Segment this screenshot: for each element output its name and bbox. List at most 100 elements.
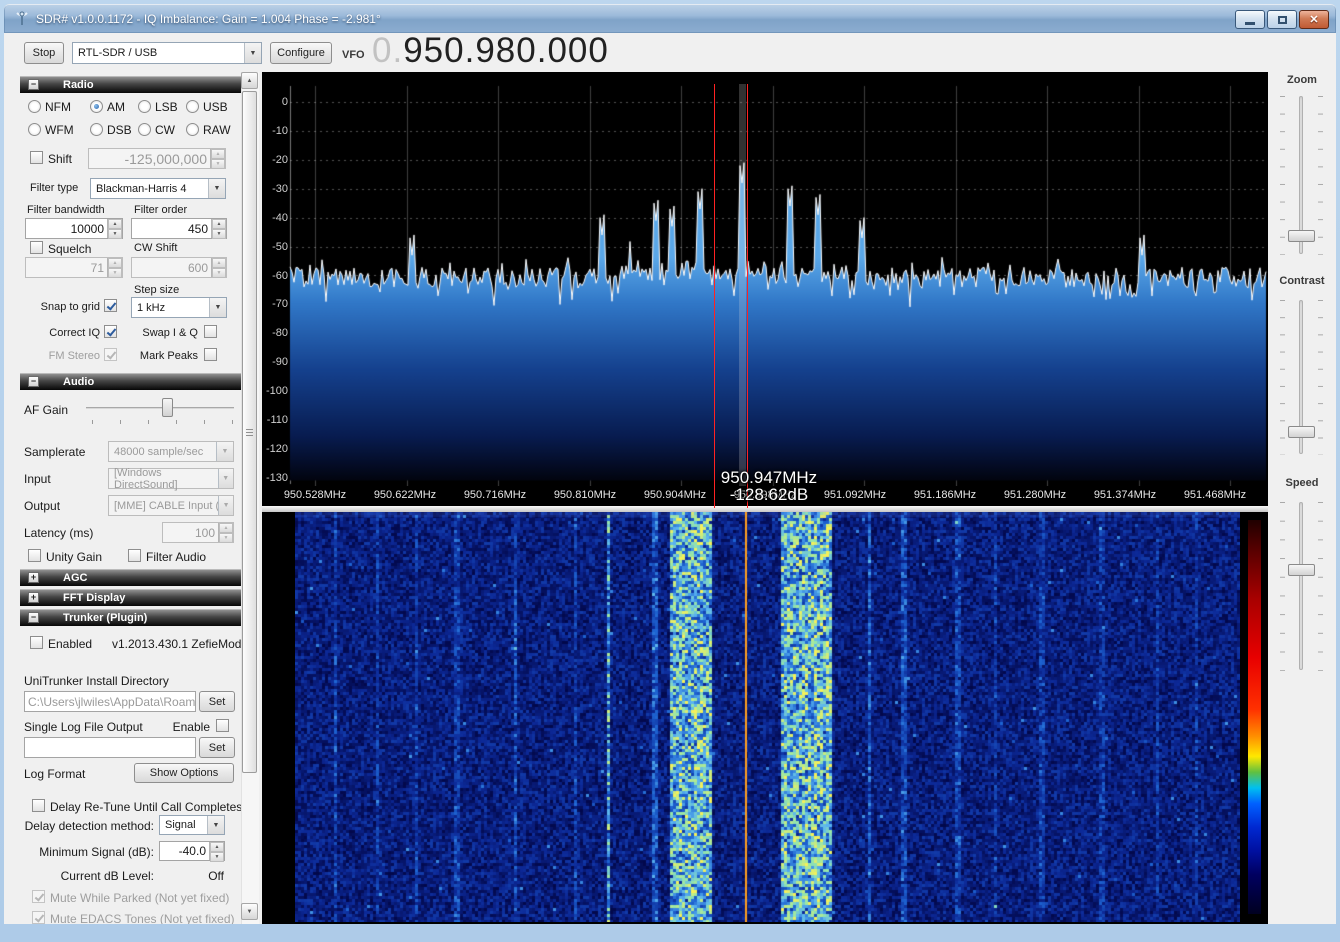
install-dir-set-button[interactable]: Set <box>199 691 235 712</box>
speed-slider[interactable] <box>1288 564 1315 576</box>
frequency-axis-label: 951.468MHz <box>1183 489 1247 501</box>
agc-panel-header[interactable]: + AGC <box>20 569 242 586</box>
scroll-down-button[interactable]: ▼ <box>241 903 258 920</box>
mode-option[interactable]: CW <box>138 122 186 137</box>
vfo-label: VFO <box>342 49 365 61</box>
speed-ticks <box>1280 502 1285 671</box>
collapse-icon[interactable]: − <box>28 79 39 90</box>
chevron-down-icon: ▼ <box>218 496 233 515</box>
y-axis-tick: -110 <box>266 414 288 427</box>
minimize-button[interactable] <box>1235 10 1265 29</box>
single-log-enable-checkbox[interactable] <box>216 719 229 732</box>
waterfall-display[interactable] <box>295 512 1240 922</box>
tuned-frequency-cursor[interactable] <box>747 84 748 508</box>
expand-icon[interactable]: + <box>28 592 39 603</box>
tooltip-level: -128.62dB <box>729 485 809 504</box>
title-bar[interactable]: SDR# v1.0.0.1172 - IQ Imbalance: Gain = … <box>4 4 1336 33</box>
af-gain-slider[interactable] <box>162 398 173 417</box>
radio-icon[interactable] <box>90 123 103 136</box>
app-window: SDR# v1.0.0.1172 - IQ Imbalance: Gain = … <box>0 0 1340 942</box>
install-dir-field[interactable]: C:\Users\jlwiles\AppData\Roamin <box>24 691 196 712</box>
audio-output-dropdown: [MME] CABLE Input (VB▼ <box>108 495 234 516</box>
mode-option[interactable]: DSB <box>90 122 138 137</box>
collapse-icon[interactable]: − <box>28 376 39 387</box>
y-axis-tick: -130 <box>265 471 288 484</box>
squelch-checkbox[interactable] <box>30 241 43 254</box>
filter-audio-checkbox[interactable] <box>128 549 141 562</box>
speed-ticks <box>1318 502 1323 671</box>
swap-iq-checkbox[interactable] <box>204 325 217 338</box>
zoom-slider[interactable] <box>1288 230 1315 242</box>
scrollbar-thumb[interactable] <box>242 91 257 773</box>
maximize-button[interactable] <box>1267 10 1297 29</box>
fm-stereo-checkbox <box>104 348 117 361</box>
y-axis-tick: -100 <box>265 385 288 398</box>
mode-option[interactable]: NFM <box>28 99 90 114</box>
spectrum-display[interactable] <box>262 72 1268 486</box>
radio-icon[interactable] <box>28 123 41 136</box>
delay-method-dropdown[interactable]: Signal ▼ <box>159 815 225 835</box>
collapse-icon[interactable]: − <box>28 612 39 623</box>
frequency-digits: 950.980.000 <box>403 31 609 70</box>
mode-option[interactable]: USB <box>186 99 233 114</box>
fft-panel-header[interactable]: + FFT Display <box>20 589 242 606</box>
shift-value-field[interactable]: -125,000,000 ▲ ▼ <box>88 148 226 169</box>
stop-button[interactable]: Stop <box>24 42 64 64</box>
single-log-set-button[interactable]: Set <box>199 737 235 758</box>
unity-gain-checkbox[interactable] <box>28 549 41 562</box>
tuning-band[interactable] <box>739 84 746 486</box>
mode-option[interactable]: WFM <box>28 122 90 137</box>
speed-slider-track[interactable] <box>1299 502 1303 670</box>
source-device-dropdown[interactable]: RTL-SDR / USB ▼ <box>72 42 262 64</box>
window-title: SDR# v1.0.0.1172 - IQ Imbalance: Gain = … <box>36 12 381 26</box>
radio-icon[interactable] <box>186 100 199 113</box>
single-log-file-field[interactable] <box>24 737 196 758</box>
mode-option[interactable]: LSB <box>138 99 186 114</box>
channel-edge-cursor[interactable] <box>714 84 715 508</box>
y-axis-tick: -70 <box>272 298 288 311</box>
filter-order-field[interactable]: 450 ▲ ▼ <box>131 218 227 239</box>
radio-icon[interactable] <box>138 100 151 113</box>
cw-shift-field[interactable]: 600 ▲ ▼ <box>131 257 227 278</box>
correct-iq-checkbox[interactable] <box>104 325 117 338</box>
spinner[interactable]: ▲ ▼ <box>210 149 225 169</box>
radio-icon[interactable] <box>28 100 41 113</box>
mode-option[interactable]: RAW <box>186 122 233 137</box>
filter-bandwidth-field[interactable]: 10000 ▲ ▼ <box>25 218 123 239</box>
radio-icon[interactable] <box>138 123 151 136</box>
show-options-button[interactable]: Show Options <box>134 763 234 783</box>
expand-icon[interactable]: + <box>28 572 39 583</box>
chevron-down-icon: ▼ <box>216 442 233 461</box>
audio-input-dropdown: [Windows DirectSound] ▼ <box>108 467 234 491</box>
mark-peaks-checkbox[interactable] <box>204 348 217 361</box>
squelch-value-field[interactable]: 71 ▲ ▼ <box>25 257 123 278</box>
min-signal-field[interactable]: -40.0 ▲ ▼ <box>159 841 225 862</box>
delay-retune-checkbox[interactable] <box>32 799 45 812</box>
shift-checkbox[interactable] <box>30 151 43 164</box>
step-size-dropdown[interactable]: 1 kHz ▼ <box>131 297 227 318</box>
radio-icon[interactable] <box>186 123 199 136</box>
frequency-axis-label: 950.810MHz <box>553 489 617 501</box>
filter-type-dropdown[interactable]: Blackman-Harris 4 ▼ <box>90 178 226 199</box>
y-axis-tick: -30 <box>272 182 288 195</box>
display-controls: Zoom Contrast Speed <box>1268 72 1336 924</box>
contrast-slider[interactable] <box>1288 426 1315 438</box>
mute-parked-checkbox <box>32 890 45 903</box>
mute-edacs-checkbox <box>32 911 45 924</box>
y-axis-tick: -50 <box>272 240 288 253</box>
radio-panel-header[interactable]: − Radio <box>20 76 242 93</box>
snap-to-grid-checkbox[interactable] <box>104 299 117 312</box>
scroll-up-button[interactable]: ▲ <box>241 72 258 89</box>
trunker-enabled-checkbox[interactable] <box>30 636 43 649</box>
radio-icon[interactable] <box>90 100 103 113</box>
vfo-frequency-display[interactable]: 0. 950.980.000 <box>372 32 609 70</box>
frequency-axis-label: 950.904MHz <box>643 489 707 501</box>
configure-button[interactable]: Configure <box>270 42 332 64</box>
frequency-axis-label: 951.186MHz <box>913 489 977 501</box>
audio-panel-header[interactable]: − Audio <box>20 373 242 390</box>
close-button[interactable]: ✕ <box>1299 10 1329 29</box>
af-gain-track[interactable] <box>86 407 234 409</box>
trunker-panel-header[interactable]: − Trunker (Plugin) <box>20 609 242 626</box>
mode-option[interactable]: AM <box>90 99 138 114</box>
minimize-icon <box>1245 21 1255 25</box>
